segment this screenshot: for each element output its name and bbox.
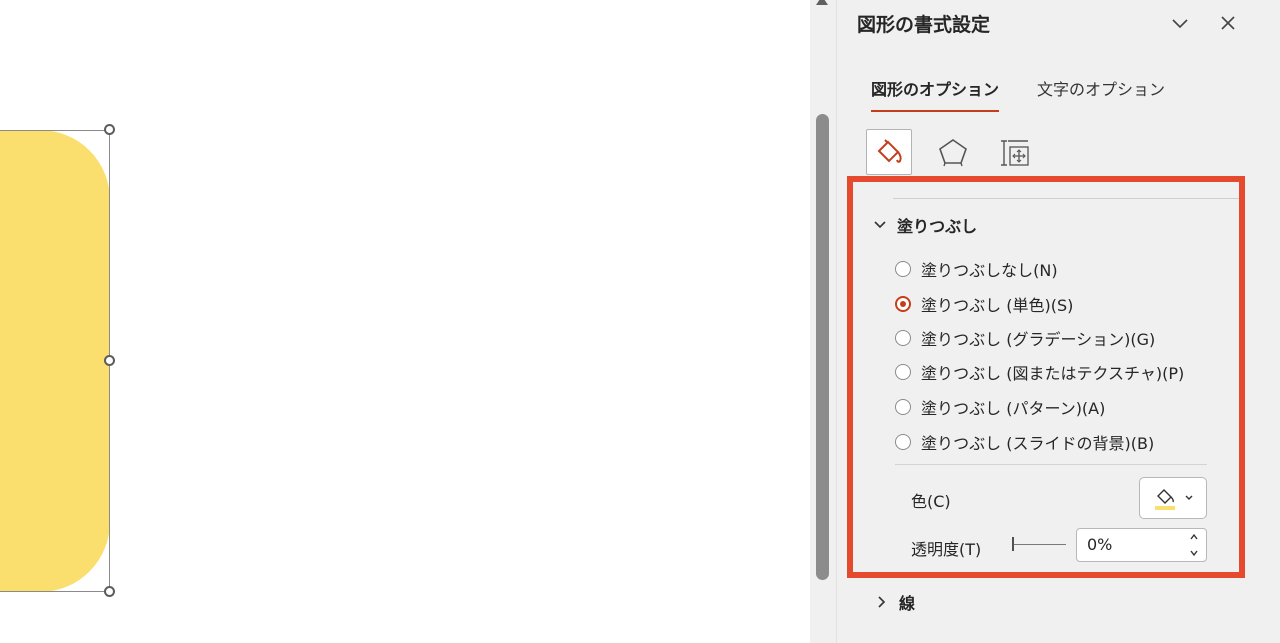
fill-and-line-button[interactable] — [866, 129, 912, 175]
pane-title: 図形の書式設定 — [857, 14, 991, 36]
size-properties-icon — [1001, 140, 1029, 166]
highlight-annotation-box — [847, 176, 1245, 578]
resize-handle-top-right[interactable] — [104, 124, 115, 135]
vertical-scrollbar[interactable] — [810, 0, 836, 643]
effects-button[interactable] — [930, 129, 976, 175]
chevron-down-icon — [1172, 19, 1188, 29]
scroll-up-arrow-icon[interactable] — [816, 0, 828, 5]
size-properties-button[interactable] — [992, 129, 1038, 175]
scrollbar-thumb[interactable] — [816, 114, 829, 580]
line-section-header[interactable]: 線 — [875, 590, 915, 614]
selection-frame — [0, 130, 110, 592]
close-pane-button[interactable] — [1213, 8, 1243, 38]
effects-pentagon-icon — [939, 139, 967, 167]
tab-text-options[interactable]: 文字のオプション — [1037, 76, 1165, 110]
resize-handle-bottom-right[interactable] — [104, 586, 115, 597]
tab-shape-options[interactable]: 図形のオプション — [871, 76, 1000, 112]
chevron-right-icon — [878, 596, 886, 608]
format-shape-pane: 図形の書式設定 図形のオプション 文字のオプション 塗りつぶし 塗りつぶしなし(… — [836, 0, 1280, 643]
line-section-label: 線 — [899, 594, 916, 613]
resize-handle-right[interactable] — [104, 355, 115, 366]
pane-options-button[interactable] — [1165, 8, 1195, 38]
fill-and-line-icon — [877, 139, 902, 163]
close-icon — [1221, 16, 1235, 30]
slide-canvas[interactable] — [0, 0, 810, 643]
